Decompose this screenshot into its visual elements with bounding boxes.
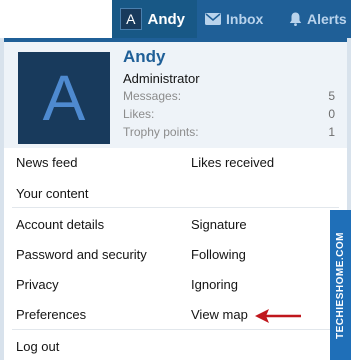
alerts-label: Alerts: [307, 11, 347, 27]
signature-link[interactable]: Signature: [191, 217, 247, 232]
top-bar: A Andy Inbox Alerts: [0, 0, 351, 38]
stat-value: 1: [328, 125, 335, 139]
log-out-link[interactable]: Log out: [16, 339, 59, 354]
account-details-link[interactable]: Account details: [16, 217, 104, 232]
stat-value: 5: [328, 89, 335, 103]
news-feed-link[interactable]: News feed: [16, 155, 77, 170]
ignoring-link[interactable]: Ignoring: [191, 277, 238, 292]
links-row: Account details Signature: [4, 210, 347, 240]
links-row: Privacy Ignoring: [4, 270, 347, 300]
envelope-icon: [205, 13, 221, 25]
user-avatar-small: A: [120, 8, 142, 30]
alerts-tab[interactable]: Alerts: [283, 0, 351, 38]
stat-likes: Likes: 0: [123, 107, 335, 121]
divider: [12, 329, 339, 330]
inbox-label: Inbox: [226, 11, 264, 27]
inbox-tab[interactable]: Inbox: [197, 0, 283, 38]
following-link[interactable]: Following: [191, 247, 246, 262]
links-row: Password and security Following: [4, 240, 347, 270]
links-row: Your content: [4, 179, 347, 209]
likes-received-link[interactable]: Likes received: [191, 155, 274, 170]
stat-label: Likes:: [123, 107, 155, 121]
user-tab-label: Andy: [147, 10, 186, 28]
stat-trophy-points: Trophy points: 1: [123, 125, 335, 139]
your-content-link[interactable]: Your content: [16, 186, 89, 201]
profile-summary: A Andy Administrator Messages: 5 Likes: …: [4, 42, 347, 148]
stat-messages: Messages: 5: [123, 89, 335, 103]
red-arrow-annotation: [255, 309, 301, 323]
stat-label: Trophy points:: [123, 125, 199, 139]
bell-icon: [289, 12, 302, 26]
links-row: News feed Likes received: [4, 148, 347, 178]
view-map-link[interactable]: View map: [191, 307, 248, 322]
top-nav: A Andy Inbox Alerts: [112, 0, 351, 38]
stat-value: 0: [328, 107, 335, 121]
profile-name-link[interactable]: Andy: [123, 47, 166, 67]
stat-label: Messages:: [123, 89, 182, 103]
preferences-link[interactable]: Preferences: [16, 307, 86, 322]
profile-avatar[interactable]: A: [18, 52, 110, 144]
watermark-logo: TECHIESHOME.COM: [330, 210, 351, 360]
user-menu-tab[interactable]: A Andy: [112, 0, 197, 38]
privacy-link[interactable]: Privacy: [16, 277, 59, 292]
watermark-text: TECHIESHOME.COM: [335, 231, 347, 339]
password-security-link[interactable]: Password and security: [16, 247, 147, 262]
profile-role: Administrator: [123, 71, 200, 86]
divider: [12, 207, 339, 208]
links-row: Log out: [4, 332, 347, 360]
